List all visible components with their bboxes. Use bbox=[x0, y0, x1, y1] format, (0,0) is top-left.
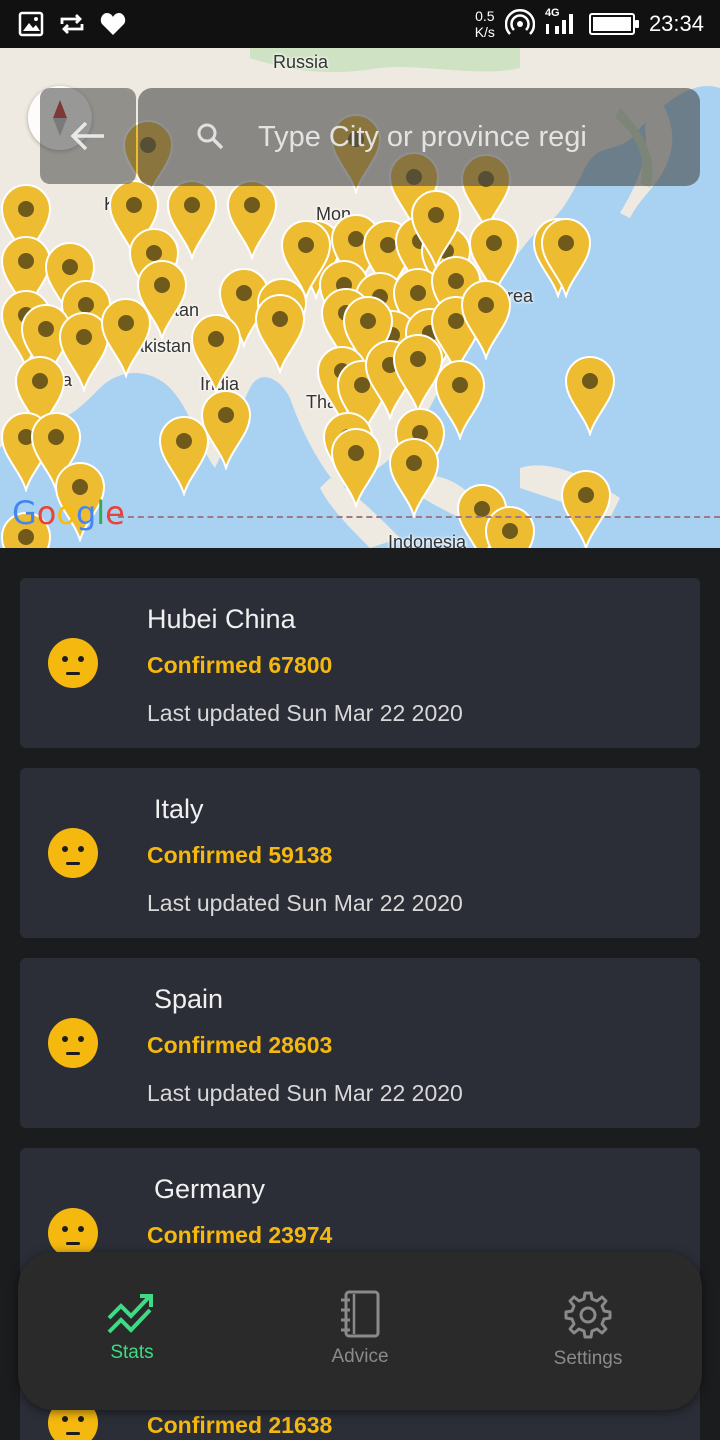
nav-label-settings: Settings bbox=[553, 1348, 623, 1369]
notebook-icon bbox=[341, 1290, 380, 1338]
gear-icon bbox=[564, 1291, 612, 1339]
confirmed-count: Confirmed 59138 bbox=[147, 842, 333, 868]
google-logo: Google bbox=[12, 494, 125, 532]
last-updated: Last updated Sun Mar 22 2020 bbox=[147, 890, 463, 916]
map-pin-icon[interactable] bbox=[190, 312, 242, 396]
map-pin-icon[interactable] bbox=[254, 292, 306, 376]
hotspot-icon bbox=[504, 9, 535, 35]
region-name: Hubei China bbox=[147, 604, 296, 634]
list-item[interactable]: Spain Confirmed 28603 Last updated Sun M… bbox=[20, 958, 700, 1128]
arrow-left-icon bbox=[70, 121, 104, 151]
map-label-russia: Russia bbox=[273, 52, 329, 72]
map-pin-icon[interactable] bbox=[226, 178, 278, 262]
nav-item-stats[interactable]: Stats bbox=[18, 1252, 246, 1410]
map-label-indonesia: Indonesia bbox=[388, 532, 467, 548]
speed-value: 0.5 bbox=[475, 8, 495, 24]
clock: 23:34 bbox=[648, 11, 704, 36]
confirmed-count: Confirmed 23974 bbox=[147, 1222, 333, 1248]
last-updated: Last updated Sun Mar 22 2020 bbox=[147, 700, 463, 726]
neutral-face-icon bbox=[48, 1018, 98, 1068]
region-name: Germany bbox=[154, 1174, 266, 1204]
nav-label-advice: Advice bbox=[331, 1346, 389, 1367]
map-pin-icon[interactable] bbox=[330, 426, 382, 510]
status-bar: 0.5 K/s 4G 23:34 bbox=[0, 0, 720, 48]
search-input[interactable] bbox=[258, 120, 618, 154]
heart-icon bbox=[100, 13, 126, 35]
battery-icon bbox=[588, 13, 639, 35]
search-icon bbox=[197, 123, 224, 150]
notification-icons bbox=[18, 11, 126, 37]
nav-item-advice[interactable]: Advice bbox=[246, 1252, 474, 1410]
region-name: Italy bbox=[154, 794, 204, 824]
speed-unit: K/s bbox=[474, 24, 495, 40]
map-pin-icon[interactable] bbox=[100, 296, 152, 380]
map-pin-icon[interactable] bbox=[564, 354, 616, 438]
trending-up-icon bbox=[107, 1294, 153, 1334]
equator-line bbox=[118, 516, 720, 518]
region-name: Spain bbox=[154, 984, 224, 1014]
signal-icon: 4G bbox=[545, 7, 579, 38]
list-item[interactable]: Hubei China Confirmed 67800 Last updated… bbox=[20, 578, 700, 748]
map-pin-icon[interactable] bbox=[280, 218, 332, 302]
gallery-icon bbox=[18, 11, 44, 37]
map-pin-icon[interactable] bbox=[460, 278, 512, 362]
map-pin-icon[interactable] bbox=[540, 216, 592, 300]
map-pin-icon[interactable] bbox=[484, 504, 536, 548]
nav-item-settings[interactable]: Settings bbox=[474, 1252, 702, 1410]
repeat-icon bbox=[60, 14, 84, 34]
neutral-face-icon bbox=[48, 1208, 98, 1258]
network-speed: 0.5 K/s bbox=[475, 8, 495, 40]
system-icons: 0.5 K/s 4G 23:34 bbox=[475, 7, 704, 40]
back-button[interactable] bbox=[40, 88, 136, 184]
confirmed-count: Confirmed 28603 bbox=[147, 1032, 333, 1058]
confirmed-count: Confirmed 21638 bbox=[147, 1412, 333, 1438]
neutral-face-icon bbox=[48, 828, 98, 878]
search-bar[interactable] bbox=[138, 88, 700, 186]
map-view[interactable]: Russia K Mon Afghanistan Pakistan rabia … bbox=[0, 48, 720, 548]
confirmed-count: Confirmed 67800 bbox=[147, 652, 333, 678]
map-pin-icon[interactable] bbox=[388, 436, 440, 520]
list-item[interactable]: Italy Confirmed 59138 Last updated Sun M… bbox=[20, 768, 700, 938]
bottom-navigation: Stats Advice Settings bbox=[18, 1252, 702, 1410]
map-pin-icon[interactable] bbox=[410, 188, 462, 272]
neutral-face-icon bbox=[48, 638, 98, 688]
last-updated: Last updated Sun Mar 22 2020 bbox=[147, 1080, 463, 1106]
map-pin-icon[interactable] bbox=[560, 468, 612, 548]
map-pin-icon[interactable] bbox=[200, 388, 252, 472]
nav-label-stats: Stats bbox=[110, 1342, 154, 1363]
